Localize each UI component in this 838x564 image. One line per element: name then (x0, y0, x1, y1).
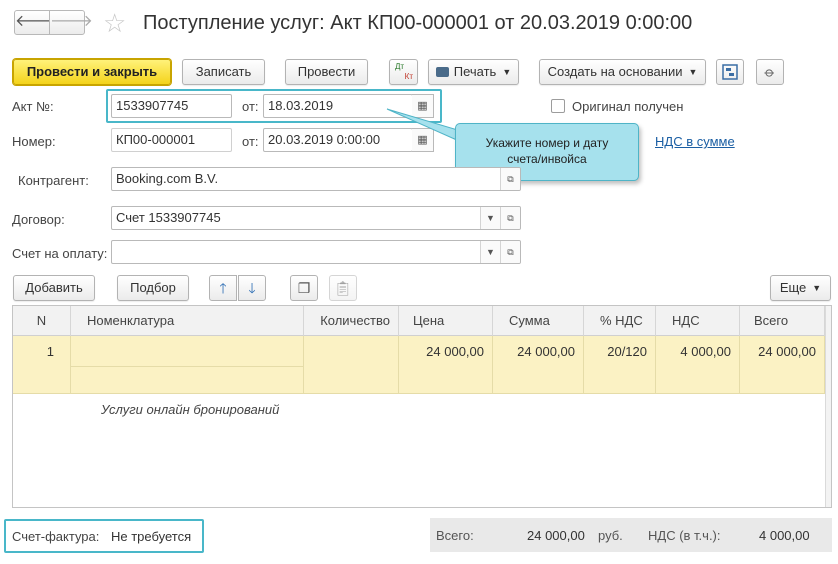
column-header-qty[interactable]: Количество (304, 306, 399, 336)
add-row-button[interactable]: Добавить (13, 275, 95, 301)
hierarchy-icon (722, 64, 738, 80)
total-amount: 24 000,00 (527, 528, 585, 543)
table-header: N Номенклатура Количество Цена Сумма % Н… (13, 306, 831, 336)
paperclip-icon: ⌀ (761, 63, 779, 81)
cell-item[interactable] (71, 336, 304, 394)
column-header-item[interactable]: Номенклатура (71, 306, 304, 336)
chevron-down-icon: ▼ (688, 67, 698, 77)
move-down-button[interactable]: 🡓 (238, 275, 266, 301)
chevron-down-icon: ▼ (502, 67, 512, 77)
attach-button[interactable]: ⌀ (756, 59, 784, 85)
vat-total-amount: 4 000,00 (759, 528, 810, 543)
contract-input[interactable]: Счет 1533907745 ▼ ⧉ (111, 206, 521, 230)
arrow-right-icon: 🡒 (50, 13, 93, 30)
services-table: N Номенклатура Количество Цена Сумма % Н… (12, 305, 832, 508)
arrow-up-icon: 🡑 (219, 280, 227, 296)
create-based-on-button[interactable]: Создать на основании ▼ (539, 59, 706, 85)
column-header-price[interactable]: Цена (399, 306, 493, 336)
cell-sum[interactable]: 24 000,00 (493, 336, 584, 394)
act-number-label: Акт №: (12, 99, 54, 114)
hint-line-2: счета/инвойса (507, 152, 587, 166)
paste-button[interactable]: 📋︎ (329, 275, 357, 301)
paste-icon: 📋︎ (334, 280, 352, 296)
row-divider (71, 366, 304, 367)
vat-in-sum-link[interactable]: НДС в сумме (655, 134, 735, 149)
open-icon[interactable]: ⧉ (500, 207, 520, 229)
original-received-checkbox[interactable] (551, 99, 565, 113)
number-input[interactable]: КП00-000001 (111, 128, 232, 152)
move-up-button[interactable]: 🡑 (209, 275, 237, 301)
vat-rate-value: 20/120 (607, 344, 647, 359)
contract-label: Договор: (12, 212, 65, 227)
invoice-label: Счет-фактура: (12, 529, 100, 544)
column-header-vat-rate[interactable]: % НДС (584, 306, 656, 336)
print-button[interactable]: Печать ▼ (428, 59, 519, 85)
copy-button[interactable]: ❐ (290, 275, 318, 301)
currency-label: руб. (598, 528, 623, 543)
save-button[interactable]: Записать (182, 59, 265, 85)
cell-price[interactable]: 24 000,00 (399, 336, 493, 394)
original-received-label: Оригинал получен (572, 99, 684, 114)
number-label: Номер: (12, 134, 56, 149)
total-value: 24 000,00 (758, 344, 816, 359)
post-and-close-button[interactable]: Провести и закрыть (13, 59, 171, 85)
pick-button[interactable]: Подбор (117, 275, 189, 301)
print-label: Печать (453, 64, 497, 79)
item-description: Услуги онлайн бронирований (101, 402, 280, 417)
dt-kt-icon[interactable]: Дт Кт (389, 59, 418, 85)
total-label: Всего: (436, 528, 474, 543)
structure-icon[interactable] (716, 59, 744, 85)
number-date-label: от: (242, 134, 259, 149)
more-button[interactable]: Еще ▼ (770, 275, 831, 301)
invoice-for-payment-label: Счет на оплату: (12, 246, 108, 261)
invoice-status-link[interactable]: Не требуется (111, 529, 191, 544)
column-header-vat[interactable]: НДС (656, 306, 740, 336)
cell-qty[interactable] (304, 336, 399, 394)
dt-label: Дт (395, 62, 405, 71)
invoice-for-payment-input[interactable]: ▼ ⧉ (111, 240, 521, 264)
chevron-down-icon[interactable]: ▼ (480, 241, 500, 263)
column-header-n[interactable]: N (13, 306, 71, 336)
kt-label: Кт (404, 72, 413, 81)
chevron-down-icon: ▼ (812, 283, 822, 293)
counterparty-value: Booking.com B.V. (116, 171, 219, 186)
post-button[interactable]: Провести (285, 59, 368, 85)
price-value: 24 000,00 (426, 344, 484, 359)
cell-vat[interactable]: 4 000,00 (656, 336, 740, 394)
counterparty-label: Контрагент: (18, 173, 89, 188)
counterparty-input[interactable]: Booking.com B.V. ⧉ (111, 167, 521, 191)
forward-button[interactable]: 🡒 (49, 10, 93, 35)
open-icon[interactable]: ⧉ (500, 168, 520, 190)
page-title: Поступление услуг: Акт КП00-000001 от 20… (143, 12, 693, 34)
column-header-sum[interactable]: Сумма (493, 306, 584, 336)
contract-value: Счет 1533907745 (116, 210, 221, 225)
cell-n: 1 (13, 336, 71, 394)
more-label: Еще (779, 280, 807, 295)
printer-icon (435, 67, 449, 77)
open-icon[interactable]: ⧉ (500, 241, 520, 263)
sum-value: 24 000,00 (517, 344, 575, 359)
table-scrollbar[interactable] (825, 306, 831, 507)
arrow-down-icon: 🡓 (248, 280, 256, 296)
back-button[interactable]: 🡐 (14, 10, 58, 35)
hint-line-1: Укажите номер и дату (485, 136, 609, 150)
column-header-total[interactable]: Всего (740, 306, 825, 336)
favorite-star-icon[interactable]: ☆ (103, 8, 126, 38)
vat-total-label: НДС (в т.ч.): (648, 528, 721, 543)
row-number: 1 (46, 344, 54, 359)
cell-vat-rate[interactable]: 20/120 (584, 336, 656, 394)
vat-value: 4 000,00 (680, 344, 731, 359)
copy-icon: ❐ (297, 280, 311, 296)
table-row[interactable]: 1 24 000,00 24 000,00 20/120 4 000,00 24… (13, 336, 825, 417)
callout-pointer (386, 108, 462, 142)
create-based-label: Создать на основании (547, 64, 683, 79)
chevron-down-icon[interactable]: ▼ (480, 207, 500, 229)
cell-total[interactable]: 24 000,00 (740, 336, 825, 394)
